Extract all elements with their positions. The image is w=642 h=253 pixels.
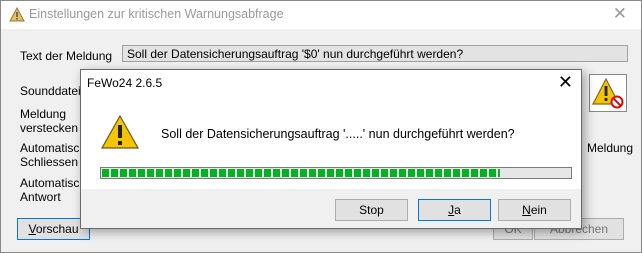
ja-button[interactable]: Ja bbox=[418, 199, 491, 221]
dialog-message: Soll der Datensicherungsauftrag '.....' … bbox=[161, 127, 515, 141]
label-meldung-verstecken-1: Meldung bbox=[20, 107, 67, 121]
label-right-meldung: Meldung bbox=[587, 141, 634, 155]
stop-button[interactable]: Stop bbox=[335, 199, 408, 221]
progress-fill bbox=[102, 169, 500, 177]
settings-window-title: Einstellungen zur kritischen Warnungsabf… bbox=[29, 7, 284, 21]
vorschau-label: orschau bbox=[35, 222, 79, 236]
nein-accel: N bbox=[522, 203, 531, 217]
warning-icon bbox=[100, 114, 140, 152]
label-meldung-verstecken-2: verstecken bbox=[20, 121, 79, 135]
warning-muted-icon bbox=[592, 77, 624, 109]
close-icon[interactable]: ✕ bbox=[613, 4, 627, 24]
label-text-der-meldung: Text der Meldung bbox=[20, 49, 113, 63]
progress-bar bbox=[100, 167, 572, 179]
vorschau-accel: V bbox=[28, 222, 36, 236]
message-text-field[interactable]: Soll der Datensicherungsauftrag '$0' nun… bbox=[122, 45, 628, 62]
label-auto-schliessen-2: Schliessen bbox=[20, 155, 79, 169]
dialog-titlebar: FeWo24 2.6.5 ✕ bbox=[81, 70, 581, 96]
dialog-body: Soll der Datensicherungsauftrag '.....' … bbox=[81, 96, 581, 189]
confirm-dialog: FeWo24 2.6.5 ✕ Soll der Datensicherungsa… bbox=[80, 69, 582, 229]
label-sounddatei: Sounddatei bbox=[20, 84, 81, 98]
ja-label: a bbox=[454, 203, 461, 217]
dialog-title: FeWo24 2.6.5 bbox=[87, 76, 163, 90]
warning-icon bbox=[9, 6, 25, 25]
nein-label: ein bbox=[530, 203, 547, 217]
settings-window-titlebar: Einstellungen zur kritischen Warnungsabf… bbox=[1, 1, 641, 29]
label-auto-antwort-2: Antwort bbox=[20, 190, 61, 204]
nein-button[interactable]: Nein bbox=[498, 199, 571, 221]
dialog-close-icon[interactable]: ✕ bbox=[558, 72, 573, 92]
dialog-footer: Stop Ja Nein bbox=[81, 189, 581, 228]
icon-preview-box[interactable] bbox=[589, 74, 627, 112]
